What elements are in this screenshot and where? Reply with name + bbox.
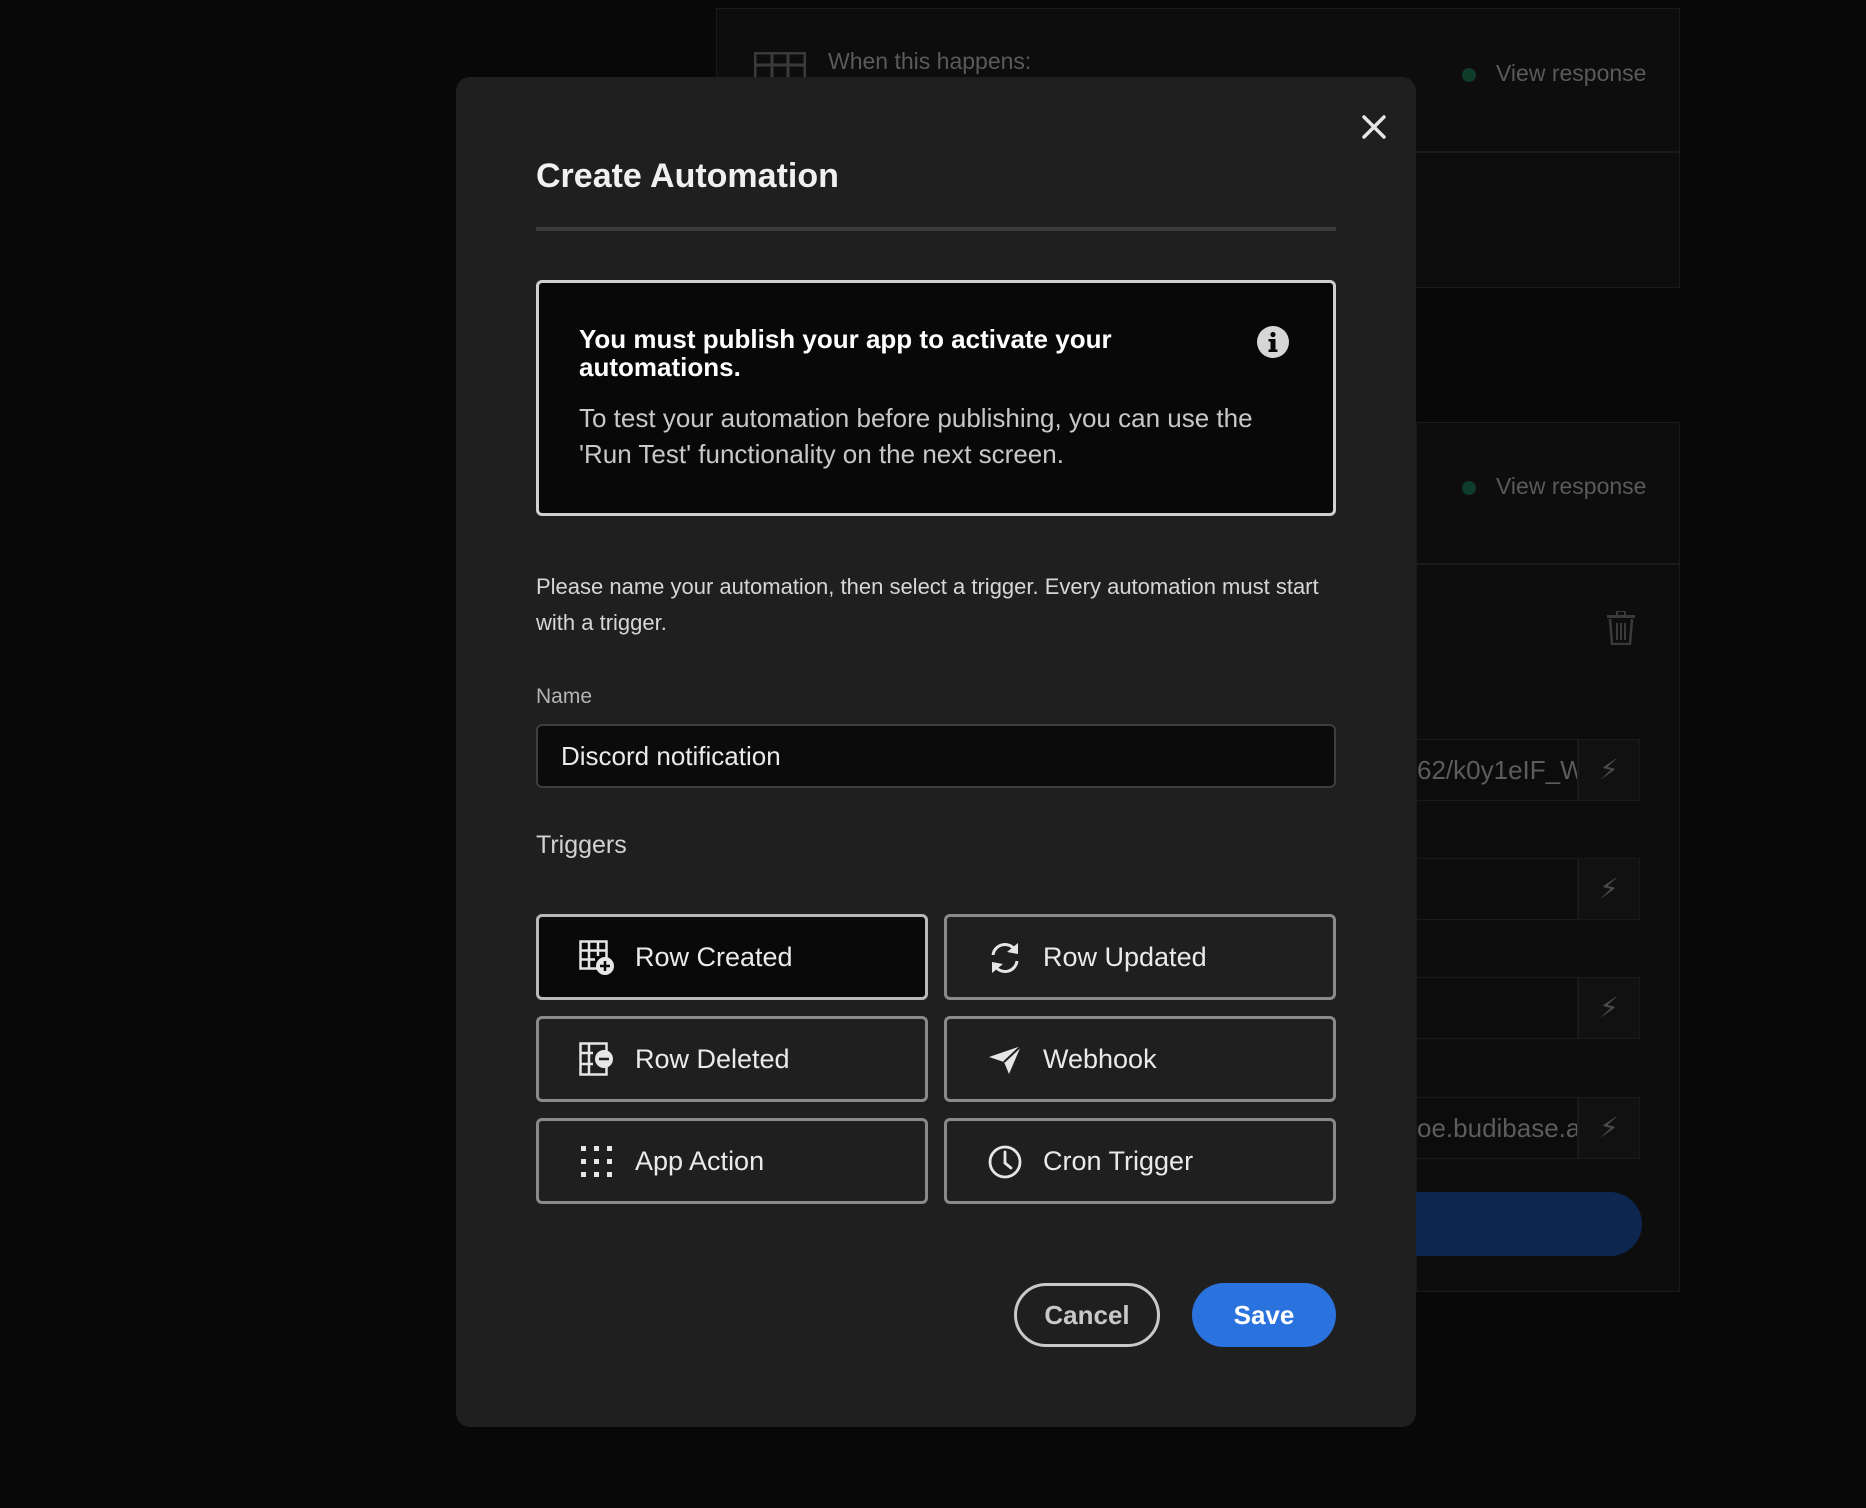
trigger-webhook[interactable]: Webhook — [944, 1016, 1336, 1102]
modal-title: Create Automation — [536, 157, 839, 195]
trigger-app-action[interactable]: App Action — [536, 1118, 928, 1204]
row-deleted-icon — [579, 1042, 613, 1076]
info-icon — [1257, 326, 1289, 358]
save-button[interactable]: Save — [1192, 1283, 1336, 1347]
lightning-icon[interactable]: ⚡ — [1578, 1097, 1640, 1159]
trigger-label: Webhook — [1043, 1044, 1157, 1074]
notice-title: You must publish your app to activate yo… — [579, 324, 1112, 382]
trigger-label: App Action — [635, 1146, 765, 1176]
name-label: Name — [536, 685, 593, 708]
bg-field[interactable] — [1416, 858, 1578, 920]
bg-field[interactable] — [1416, 977, 1578, 1039]
trigger-label: Cron Trigger — [1043, 1146, 1194, 1176]
notice-body: To test your automation before publishin… — [579, 403, 1253, 469]
trash-icon[interactable] — [1606, 611, 1636, 645]
create-automation-modal: Create Automation You must publish your … — [456, 77, 1416, 1427]
bg-view-response-link[interactable]: View response — [1496, 473, 1646, 500]
trigger-label: Row Updated — [1043, 942, 1207, 972]
modal-description: Please name your automation, then select… — [536, 574, 1319, 635]
trigger-label: Row Deleted — [635, 1044, 790, 1074]
bg-primary-button[interactable] — [1380, 1192, 1642, 1256]
clock-icon — [988, 1145, 1022, 1179]
lightning-icon[interactable]: ⚡ — [1578, 739, 1640, 801]
refresh-icon — [991, 943, 1019, 973]
trigger-label: Row Created — [635, 942, 793, 972]
row-created-icon — [579, 940, 614, 975]
cancel-button[interactable]: Cancel — [1014, 1283, 1160, 1347]
grid-dots-icon — [581, 1146, 612, 1177]
bg-trigger-heading: When this happens: — [828, 48, 1032, 74]
trigger-row-updated[interactable]: Row Updated — [944, 914, 1336, 1000]
lightning-icon[interactable]: ⚡ — [1578, 858, 1640, 920]
trigger-row-deleted[interactable]: Row Deleted — [536, 1016, 928, 1102]
bg-url-field[interactable]: oe.budibase.a — [1416, 1097, 1578, 1159]
lightning-icon[interactable]: ⚡ — [1578, 977, 1640, 1039]
table-icon — [754, 52, 806, 80]
title-divider — [536, 227, 1336, 231]
close-button[interactable] — [1352, 105, 1396, 149]
trigger-cron[interactable]: Cron Trigger — [944, 1118, 1336, 1204]
bg-status-dot — [1462, 481, 1476, 495]
triggers-label: Triggers — [536, 831, 627, 859]
publish-notice: You must publish your app to activate yo… — [536, 280, 1336, 516]
name-input[interactable] — [536, 724, 1336, 788]
close-icon — [1362, 115, 1386, 139]
send-icon — [989, 1045, 1022, 1074]
trigger-row-created[interactable]: Row Created — [536, 914, 928, 1000]
bg-action-card-body — [1416, 564, 1680, 1292]
bg-status-dot — [1462, 68, 1476, 82]
bg-url-field[interactable]: 62/k0y1eIF_W — [1416, 739, 1578, 801]
bg-view-response-link[interactable]: View response — [1496, 60, 1646, 87]
